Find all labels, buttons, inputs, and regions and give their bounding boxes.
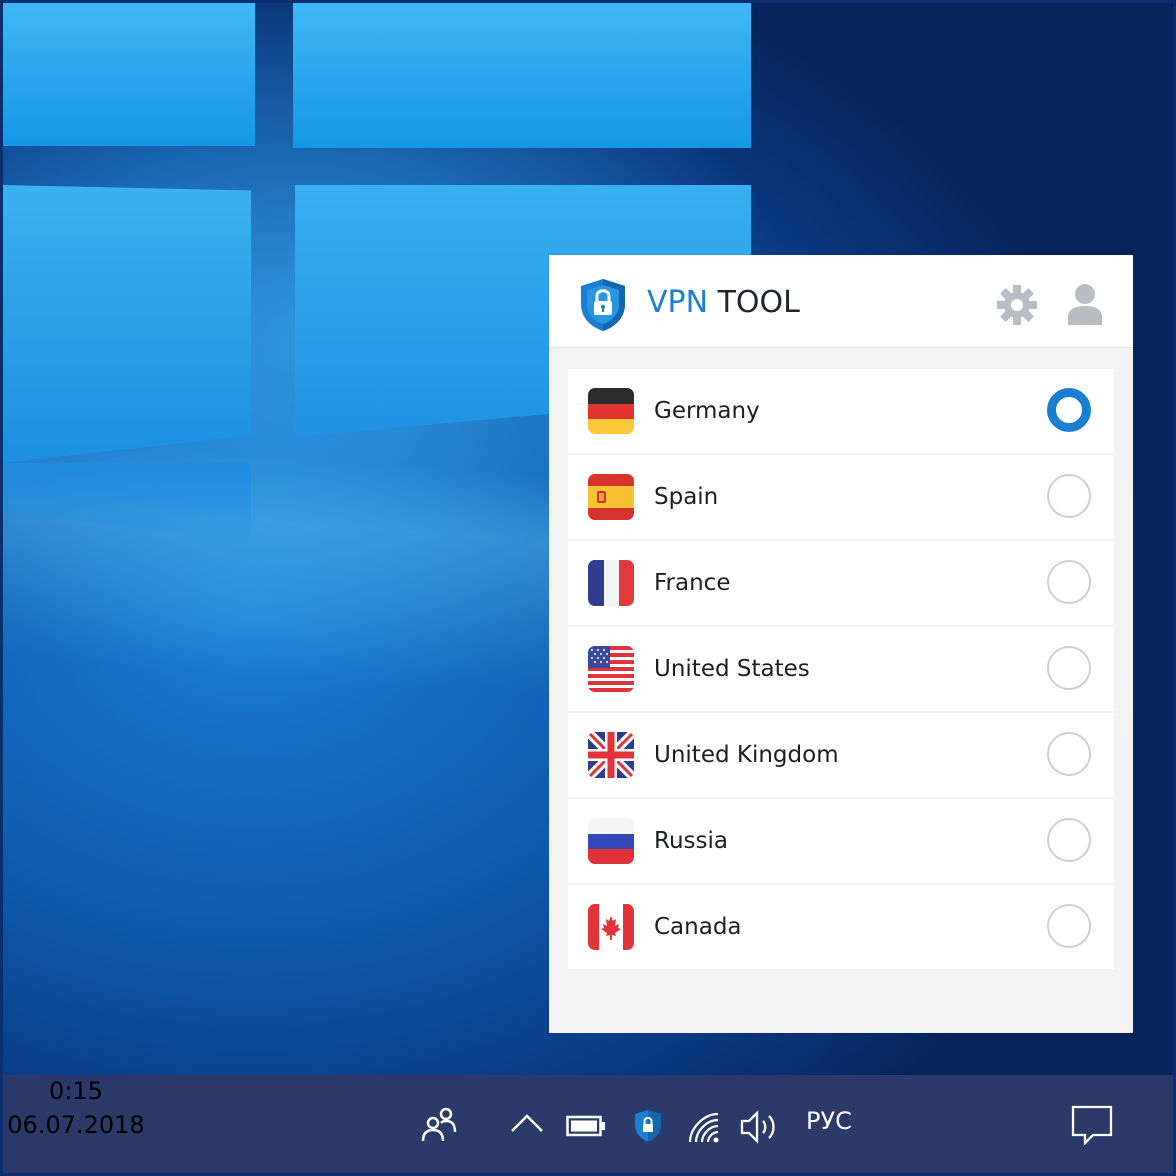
vpn-header: VPN TOOL — [549, 255, 1133, 348]
chevron-up-icon[interactable] — [509, 1111, 545, 1139]
people-icon[interactable] — [419, 1105, 459, 1149]
server-row-united-states[interactable]: United States — [568, 627, 1114, 711]
taskbar: РУС 0:15 06.07.2018 — [3, 1075, 1173, 1173]
screen: VPN TOOL Germany Spain France United Sta… — [3, 3, 1173, 1173]
app-title-tool: TOOL — [717, 285, 800, 320]
wallpaper-window-pane — [293, 3, 751, 148]
germany-flag-icon — [588, 388, 634, 434]
language-indicator[interactable]: РУС — [806, 1107, 852, 1135]
vpn-tool-window: VPN TOOL Germany Spain France United Sta… — [549, 255, 1133, 1033]
united-kingdom-flag-icon — [588, 732, 634, 778]
wallpaper-window-pane — [3, 185, 251, 463]
notification-icon[interactable] — [1071, 1105, 1113, 1149]
clock-time: 0:15 — [49, 1077, 103, 1105]
app-title: VPN TOOL — [647, 283, 800, 323]
france-flag-icon — [588, 560, 634, 606]
speaker-icon[interactable] — [739, 1109, 783, 1149]
server-radio[interactable] — [1047, 646, 1091, 690]
battery-icon[interactable] — [566, 1115, 606, 1141]
server-radio-selected[interactable] — [1047, 388, 1091, 432]
country-label: United Kingdom — [654, 742, 839, 768]
clock-date: 06.07.2018 — [7, 1111, 145, 1139]
country-label: Canada — [654, 914, 742, 940]
server-radio[interactable] — [1047, 904, 1091, 948]
clock[interactable]: 0:15 06.07.2018 — [3, 1075, 149, 1143]
settings-button[interactable] — [995, 283, 1039, 327]
account-button[interactable] — [1063, 281, 1107, 327]
vpn-shield-icon[interactable] — [633, 1109, 663, 1147]
country-label: France — [654, 570, 731, 596]
server-row-united-kingdom[interactable]: United Kingdom — [568, 713, 1114, 797]
country-label: Germany — [654, 398, 760, 424]
russia-flag-icon — [588, 818, 634, 864]
server-row-spain[interactable]: Spain — [568, 455, 1114, 539]
server-row-germany[interactable]: Germany — [568, 369, 1114, 453]
server-row-france[interactable]: France — [568, 541, 1114, 625]
canada-flag-icon — [588, 904, 634, 950]
server-radio[interactable] — [1047, 818, 1091, 862]
united-states-flag-icon — [588, 646, 634, 692]
country-label: Russia — [654, 828, 728, 854]
country-label: United States — [654, 656, 810, 682]
server-radio[interactable] — [1047, 560, 1091, 604]
server-list: Germany Spain France United States Unite… — [568, 369, 1114, 971]
gear-icon — [997, 285, 1037, 325]
user-icon — [1068, 284, 1102, 325]
server-radio[interactable] — [1047, 474, 1091, 518]
server-row-canada[interactable]: Canada — [568, 885, 1114, 969]
country-label: Spain — [654, 484, 719, 510]
wifi-icon[interactable] — [687, 1111, 721, 1149]
spain-flag-icon — [588, 474, 634, 520]
wallpaper-window-pane — [3, 3, 255, 146]
server-row-russia[interactable]: Russia — [568, 799, 1114, 883]
app-title-vpn: VPN — [647, 285, 709, 320]
shield-lock-icon — [577, 277, 629, 333]
server-radio[interactable] — [1047, 732, 1091, 776]
